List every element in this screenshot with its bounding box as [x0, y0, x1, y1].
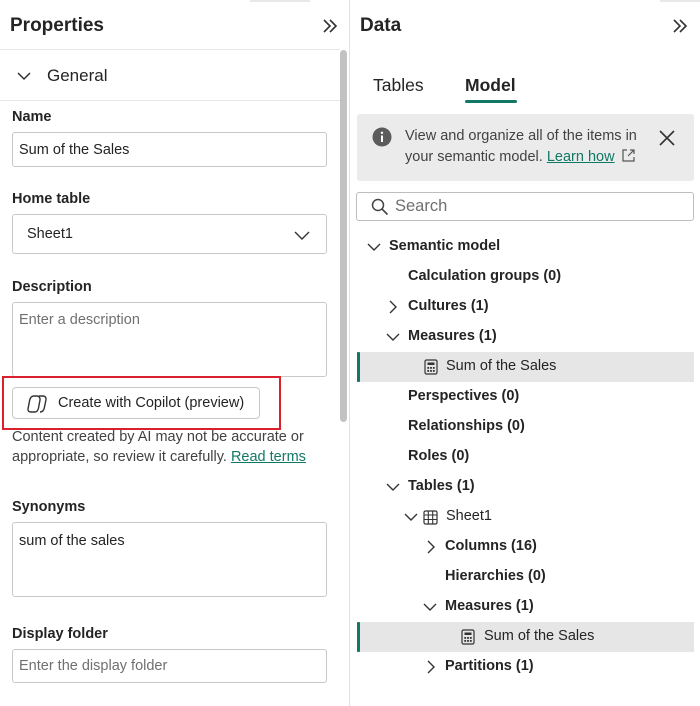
chevron-right-icon[interactable] [424, 660, 438, 674]
tree-calculation-groups[interactable]: Calculation groups (0) [357, 262, 694, 292]
tree-label: Hierarchies (0) [445, 568, 546, 584]
top-edge [660, 0, 700, 2]
table-grid-icon [423, 510, 438, 525]
tree-partitions[interactable]: Partitions (1) [357, 652, 694, 682]
tree-label: Perspectives (0) [408, 388, 520, 404]
collapse-data-icon[interactable] [670, 16, 690, 36]
tree-hierarchies[interactable]: Hierarchies (0) [357, 562, 694, 592]
tree-measure-sum-of-the-sales[interactable]: Sum of the Sales [357, 352, 694, 382]
tree-roles[interactable]: Roles (0) [357, 442, 694, 472]
tree-table-sheet1[interactable]: Sheet1 [357, 502, 694, 532]
data-title: Data [360, 15, 402, 36]
search-placeholder: Search [395, 197, 448, 215]
data-pane: Data Tables Model View and organize all … [0, 0, 700, 706]
learn-how-link[interactable]: Learn how [547, 149, 615, 165]
tree-table-measures[interactable]: Measures (1) [357, 592, 694, 622]
info-line-1: View and organize all of the items in [405, 128, 637, 144]
selection-indicator [357, 622, 360, 652]
chevron-right-icon[interactable] [424, 540, 438, 554]
chevron-right-icon[interactable] [386, 300, 400, 314]
chevron-down-icon[interactable] [423, 600, 437, 614]
chevron-down-icon[interactable] [404, 510, 418, 524]
calculator-icon [424, 359, 438, 375]
tree-columns[interactable]: Columns (16) [357, 532, 694, 562]
chevron-down-icon[interactable] [386, 330, 400, 344]
tree-label: Partitions (1) [445, 658, 534, 674]
tree-label: Measures (1) [445, 598, 534, 614]
info-banner: View and organize all of the items in yo… [357, 114, 694, 181]
tree-relationships[interactable]: Relationships (0) [357, 412, 694, 442]
close-icon[interactable] [659, 130, 675, 146]
tree-table-measure-sum-of-the-sales[interactable]: Sum of the Sales [357, 622, 694, 652]
external-link-icon [621, 149, 635, 162]
tree-tables[interactable]: Tables (1) [357, 472, 694, 502]
tab-model[interactable]: Model [465, 75, 516, 96]
tree-label: Calculation groups (0) [408, 268, 562, 284]
tree-label: Sheet1 [446, 508, 492, 524]
tree-semantic-model[interactable]: Semantic model [357, 232, 694, 262]
tree-measures[interactable]: Measures (1) [357, 322, 694, 352]
chevron-down-icon[interactable] [386, 480, 400, 494]
tree-label: Roles (0) [408, 448, 470, 464]
info-icon [372, 127, 392, 147]
tree-label: Relationships (0) [408, 418, 525, 434]
tree-cultures[interactable]: Cultures (1) [357, 292, 694, 322]
tree-perspectives[interactable]: Perspectives (0) [357, 382, 694, 412]
tree-label: Semantic model [389, 238, 501, 254]
tree-label: Sum of the Sales [484, 628, 595, 644]
info-text: View and organize all of the items in yo… [405, 126, 637, 168]
tree-label: Measures (1) [408, 328, 497, 344]
search-input[interactable]: Search [356, 192, 694, 221]
tree-label: Sum of the Sales [446, 358, 557, 374]
active-tab-indicator [465, 100, 517, 103]
info-line-2: your semantic model. Learn how [405, 147, 637, 168]
tree-label: Columns (16) [445, 538, 537, 554]
tree-label: Cultures (1) [408, 298, 489, 314]
search-icon [371, 198, 389, 216]
info-line-2-text: your semantic model. [405, 149, 543, 165]
selection-indicator [357, 352, 360, 382]
tree-label: Tables (1) [408, 478, 475, 494]
calculator-icon [461, 629, 475, 645]
tab-tables[interactable]: Tables [373, 75, 424, 96]
chevron-down-icon[interactable] [367, 240, 381, 254]
